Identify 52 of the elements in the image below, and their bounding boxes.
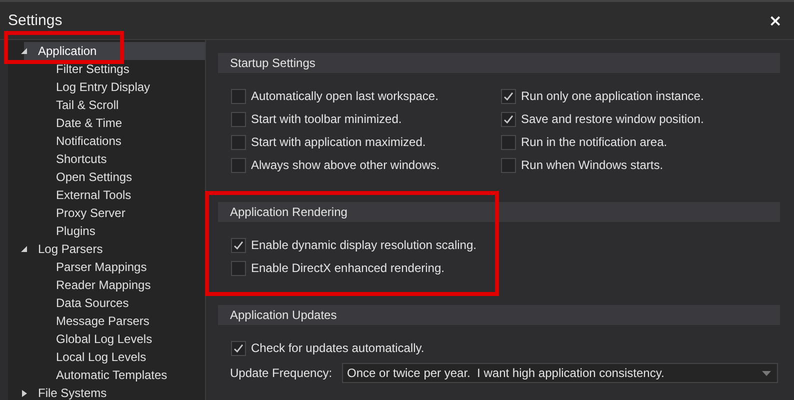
checkbox[interactable]: [501, 134, 516, 150]
tree-item[interactable]: Plugins: [56, 224, 96, 238]
tree-item[interactable]: External Tools: [56, 188, 132, 202]
tree-item[interactable]: Notifications: [56, 134, 122, 148]
checkbox[interactable]: [501, 158, 516, 172]
tree-item[interactable]: Parser Mappings: [56, 260, 147, 274]
collapsed-arrow-icon[interactable]: [20, 388, 29, 398]
section-header: Application Rendering: [218, 202, 780, 222]
checkbox-label: Save and restore window position.: [521, 112, 704, 126]
checkbox-label: Check for updates automatically.: [251, 341, 424, 355]
tree-item[interactable]: Data Sources: [56, 296, 129, 310]
tree-item[interactable]: Proxy Server: [56, 206, 126, 220]
checkbox-label: Run only one application instance.: [521, 89, 704, 103]
field-label: Update Frequency:: [230, 366, 334, 380]
checkbox-label: Always show above other windows.: [251, 158, 440, 172]
tree-item[interactable]: Message Parsers: [56, 314, 150, 328]
checkbox[interactable]: [231, 260, 246, 276]
checkbox-label: Automatically open last workspace.: [251, 89, 438, 103]
tree-item[interactable]: File Systems: [38, 386, 107, 400]
dropdown[interactable]: Once or twice per year. I want high application consistency.: [342, 363, 778, 383]
tree-item[interactable]: Global Log Levels: [56, 332, 152, 346]
window-title: Settings: [8, 12, 62, 29]
checkbox[interactable]: [501, 88, 516, 104]
expanded-arrow-icon[interactable]: [20, 244, 29, 254]
expanded-arrow-icon[interactable]: [20, 46, 29, 56]
checkbox-label: Run when Windows starts.: [521, 158, 664, 172]
tree-item[interactable]: Local Log Levels: [56, 350, 146, 364]
checkbox[interactable]: [231, 238, 246, 252]
dropdown-arrow-icon[interactable]: [762, 370, 771, 376]
checkbox[interactable]: [231, 134, 246, 150]
checkbox[interactable]: [231, 112, 246, 126]
tree-item[interactable]: Reader Mappings: [56, 278, 151, 292]
checkbox-label: Run in the notification area.: [521, 135, 668, 149]
tree-item[interactable]: Tail & Scroll: [56, 98, 119, 112]
tree-item[interactable]: Automatic Templates: [56, 368, 168, 382]
close-button[interactable]: ×: [764, 11, 786, 30]
tree-item[interactable]: Filter Settings: [56, 62, 130, 76]
tree-item[interactable]: Date & Time: [56, 116, 122, 130]
section-header: Startup Settings: [218, 53, 780, 73]
checkbox-label: Enable DirectX enhanced rendering.: [251, 261, 444, 275]
checkbox-label: Start with toolbar minimized.: [251, 112, 402, 126]
checkbox[interactable]: [231, 340, 246, 356]
tree-item[interactable]: Log Entry Display: [56, 80, 150, 94]
tree-item[interactable]: Log Parsers: [38, 242, 103, 256]
checkbox[interactable]: [501, 112, 516, 126]
checkbox-label: Start with application maximized.: [251, 135, 426, 149]
checkbox[interactable]: [231, 88, 246, 104]
tree-item[interactable]: Open Settings: [56, 170, 132, 184]
checkbox-label: Enable dynamic display resolution scaling.: [251, 238, 476, 252]
checkbox[interactable]: [231, 158, 246, 172]
tree-item[interactable]: Shortcuts: [56, 152, 107, 166]
section-header: Application Updates: [218, 305, 780, 325]
